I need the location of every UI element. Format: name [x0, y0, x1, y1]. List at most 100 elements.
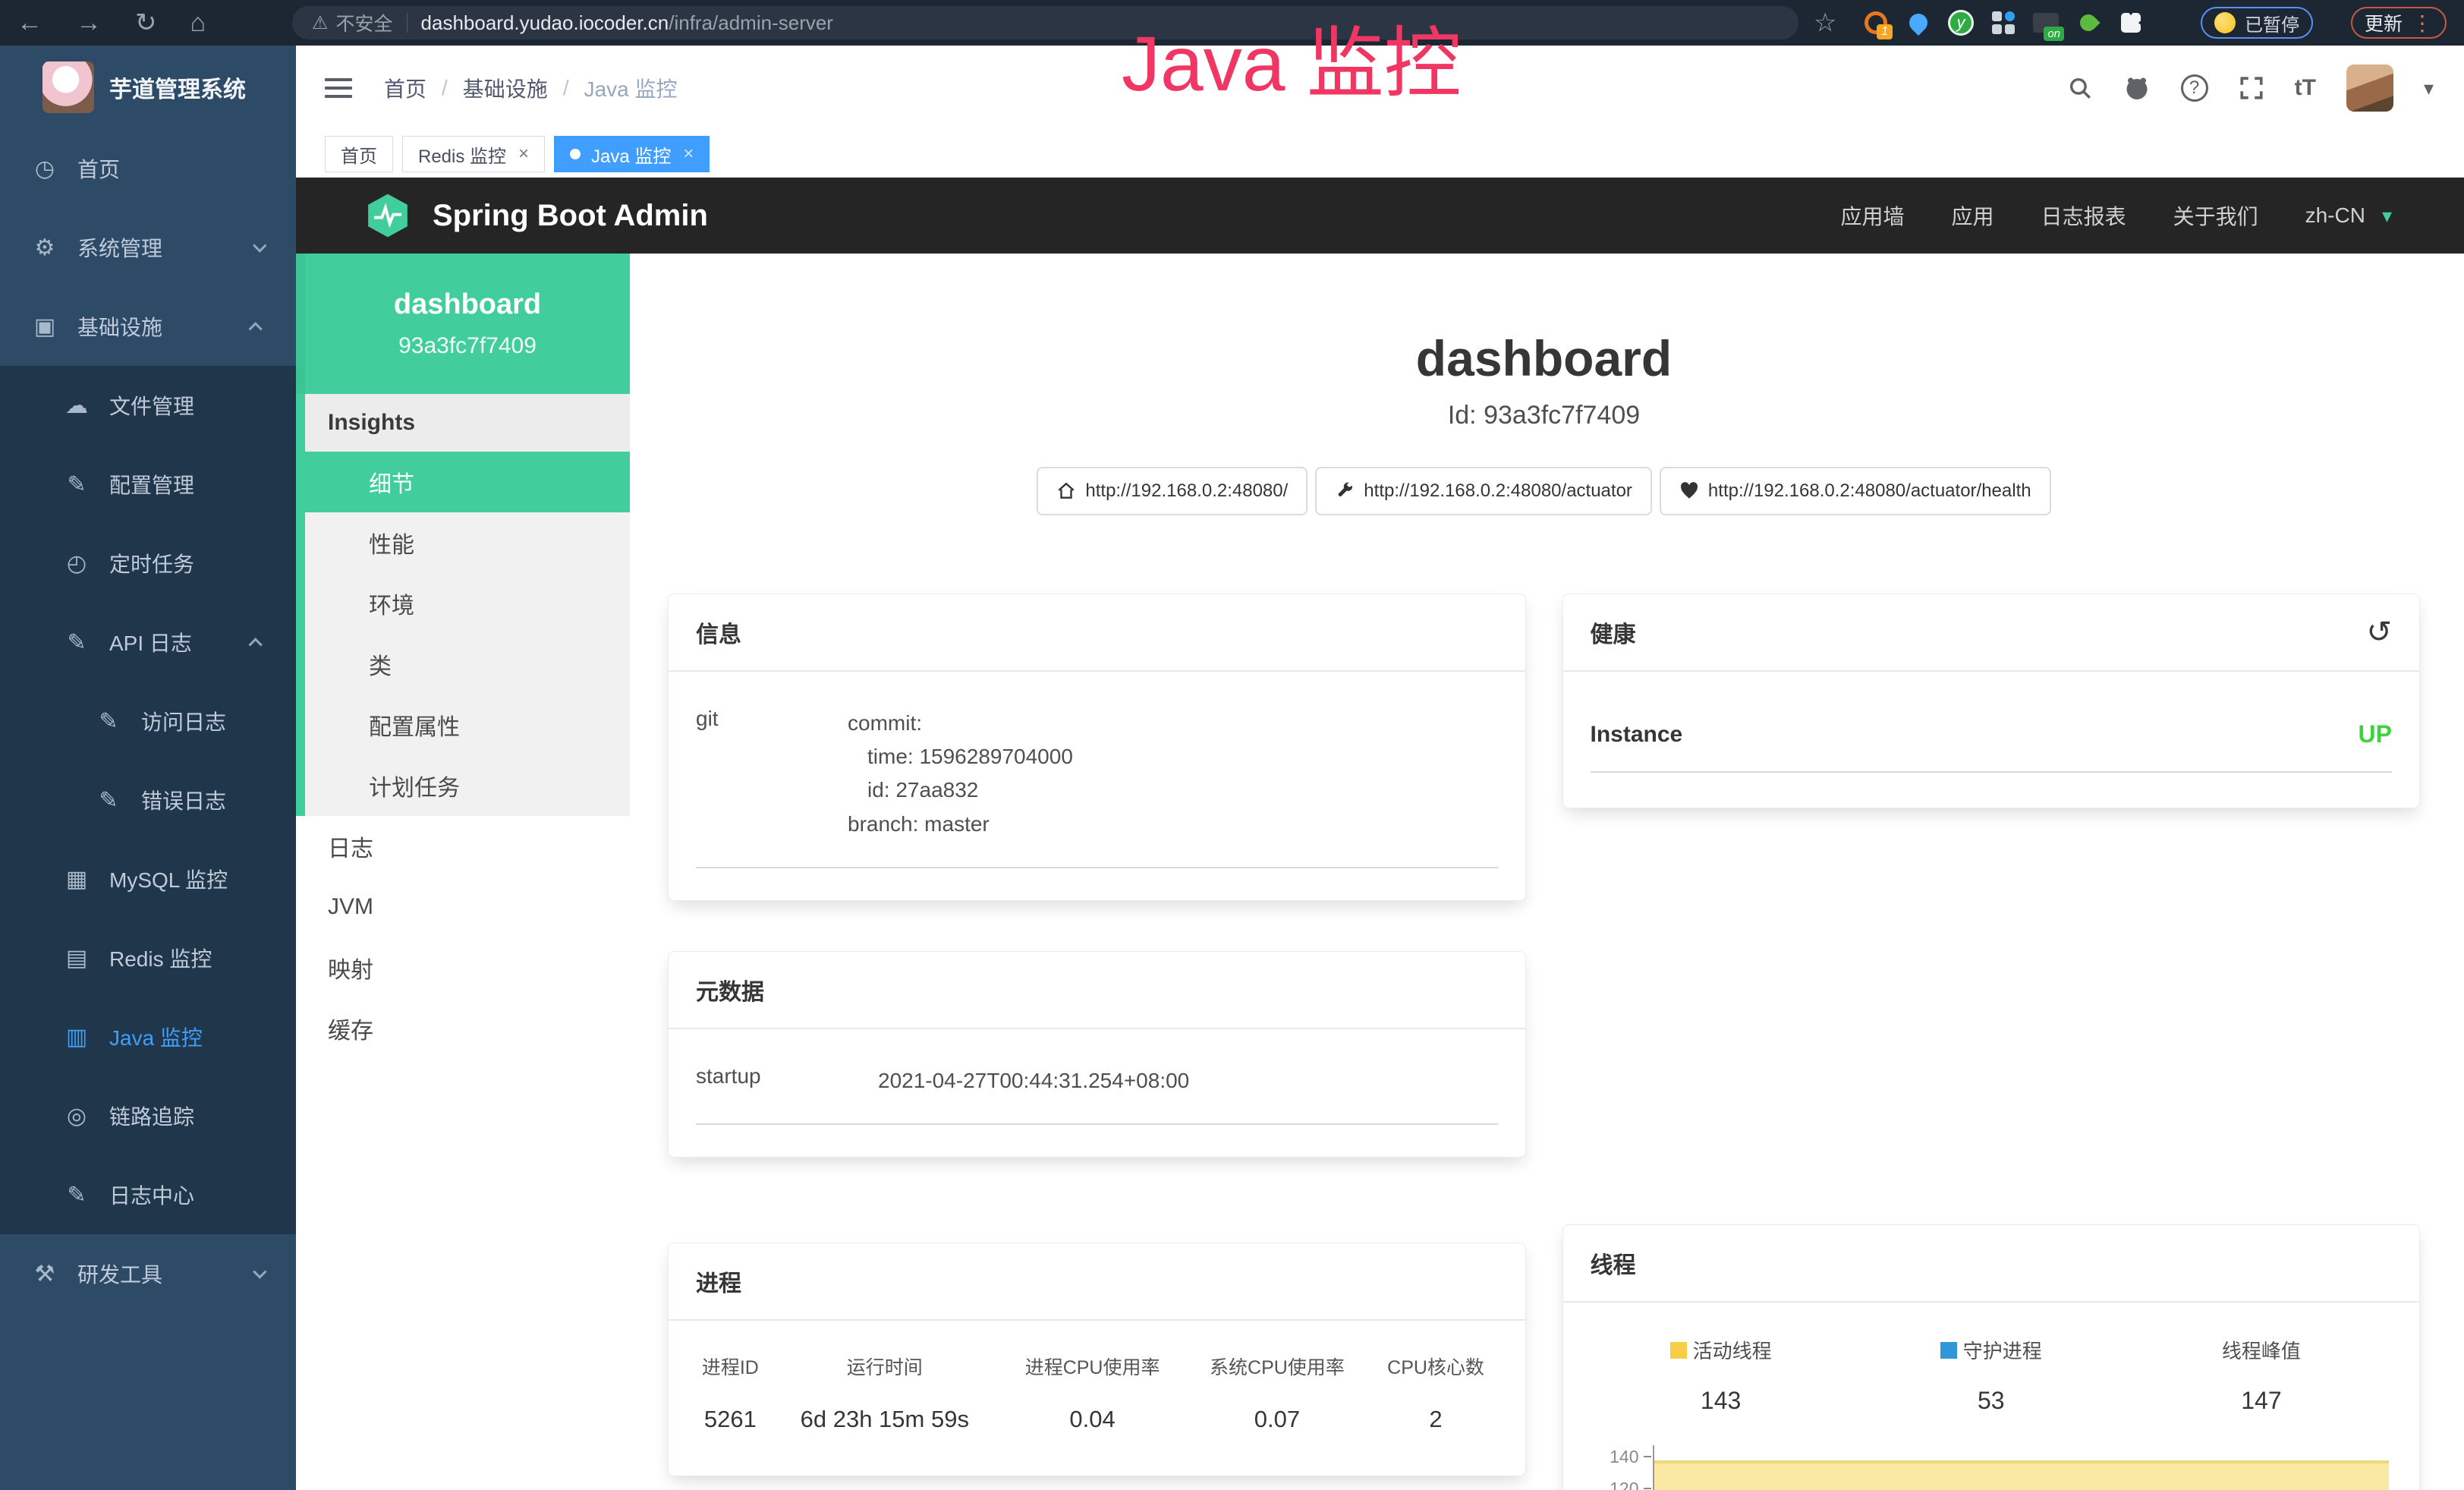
layers-icon: ▤ — [64, 945, 90, 972]
service-url-button[interactable]: http://192.168.0.2:48080/ — [1037, 467, 1308, 515]
y-tick-120: 120 — [1586, 1479, 1639, 1490]
sba-item-scheduled-tasks[interactable]: 计划任务 — [296, 755, 630, 816]
metadata-key: startup — [696, 1064, 878, 1098]
sba-nav-journal[interactable]: 日志报表 — [2041, 200, 2126, 231]
edit-square-icon: ✎ — [64, 629, 90, 656]
close-icon[interactable]: × — [518, 143, 529, 165]
sba-item-config-props[interactable]: 配置属性 — [296, 695, 630, 755]
sidebar-item-label: 错误日志 — [141, 785, 226, 815]
hamburger-icon[interactable] — [325, 78, 352, 98]
sidebar-item-java[interactable]: ▥ Java 监控 — [0, 997, 296, 1076]
warning-icon: ⚠ — [312, 12, 329, 34]
sidebar-item-dev-tools[interactable]: ⚒ 研发工具 — [0, 1234, 296, 1313]
security-label: 不安全 — [336, 9, 393, 36]
history-icon[interactable]: ↺ — [2366, 617, 2392, 647]
close-icon[interactable]: × — [683, 143, 694, 165]
history-icon: ◴ — [64, 550, 90, 577]
avatar-caret-icon[interactable]: ▾ — [2424, 77, 2434, 100]
extension-switch-icon[interactable]: on — [2031, 8, 2061, 38]
legend-live-threads: 活动线程 143 — [1586, 1336, 1856, 1415]
fullscreen-icon[interactable] — [2239, 75, 2264, 101]
sba-nav-wallboard[interactable]: 应用墙 — [1841, 200, 1905, 231]
sidebar-item-infra[interactable]: ▣ 基础设施 — [0, 287, 296, 366]
extension-grid-icon[interactable] — [1988, 8, 2019, 38]
sidebar-item-log-center[interactable]: ✎ 日志中心 — [0, 1155, 296, 1234]
github-icon[interactable] — [2123, 74, 2151, 102]
paused-profile-chip[interactable]: 已暂停 — [2201, 7, 2313, 39]
tab-java[interactable]: Java 监控 × — [554, 136, 710, 172]
sba-section-insights: Insights — [296, 394, 630, 452]
sidebar-logo[interactable]: 芋道管理系统 — [0, 46, 296, 129]
sba-nav-about[interactable]: 关于我们 — [2173, 200, 2258, 231]
process-col-header: 运行时间 — [769, 1353, 1000, 1406]
help-icon[interactable]: ? — [2181, 74, 2208, 102]
sba-item-classes[interactable]: 类 — [296, 634, 630, 695]
heartbeat-icon — [1679, 481, 1699, 501]
extension-orange-icon[interactable]: 1 — [1861, 8, 1891, 38]
sba-main: dashboard Id: 93a3fc7f7409 http://192.16… — [630, 254, 2464, 1490]
status-badge: UP — [2359, 720, 2392, 748]
home-icon[interactable]: ⌂ — [190, 8, 206, 38]
sba-item-caches[interactable]: 缓存 — [296, 998, 630, 1059]
service-url: http://192.168.0.2:48080/ — [1085, 480, 1288, 502]
bookmark-star-icon[interactable]: ☆ — [1814, 8, 1836, 38]
page-id: Id: 93a3fc7f7409 — [668, 401, 2420, 430]
actuator-url-button[interactable]: http://192.168.0.2:48080/actuator — [1315, 467, 1652, 515]
sidebar-item-api-log[interactable]: ✎ API 日志 — [0, 603, 296, 682]
breadcrumb-home[interactable]: 首页 — [384, 73, 426, 103]
breadcrumb-infra[interactable]: 基础设施 — [463, 73, 548, 103]
instance-id: 93a3fc7f7409 — [398, 333, 537, 359]
avatar[interactable] — [2346, 65, 2393, 112]
extensions-puzzle-icon[interactable] — [2116, 8, 2146, 38]
sidebar-item-files[interactable]: ☁ 文件管理 — [0, 366, 296, 445]
sidebar-submenu: ☁ 文件管理 ✎ 配置管理 ◴ 定时任务 ✎ API 日志 ✎ — [0, 366, 296, 1234]
health-card: 健康 ↺ Instance UP — [1562, 594, 2421, 808]
sba-instance-header[interactable]: dashboard 93a3fc7f7409 — [296, 254, 630, 394]
sba-item-mappings[interactable]: 映射 — [296, 937, 630, 998]
tab-home[interactable]: 首页 — [325, 136, 393, 172]
sba-item-jvm[interactable]: JVM — [296, 877, 630, 937]
tab-label: Redis 监控 — [418, 141, 506, 168]
sidebar-item-config[interactable]: ✎ 配置管理 — [0, 445, 296, 524]
sidebar-item-redis[interactable]: ▤ Redis 监控 — [0, 918, 296, 997]
sba-brand: Spring Boot Admin — [433, 199, 708, 233]
sba-nav-applications[interactable]: 应用 — [1952, 200, 1994, 231]
tab-label: 首页 — [341, 141, 377, 168]
sba-locale-select[interactable]: zh-CN — [2305, 203, 2365, 228]
sba-item-environment[interactable]: 环境 — [296, 573, 630, 634]
sidebar-item-jobs[interactable]: ◴ 定时任务 — [0, 524, 296, 603]
sidebar-item-mysql[interactable]: ▦ MySQL 监控 — [0, 840, 296, 918]
address-bar[interactable]: ⚠ 不安全 dashboard.yudao.iocoder.cn /infra/… — [292, 6, 1798, 39]
font-size-icon[interactable]: tT — [2295, 75, 2316, 101]
sba-item-details[interactable]: 细节 — [296, 452, 630, 512]
extension-sprout-icon[interactable] — [2073, 8, 2104, 38]
back-icon[interactable]: ← — [17, 8, 42, 38]
extension-pin-icon[interactable] — [1903, 8, 1934, 38]
process-col-header: 系统CPU使用率 — [1185, 1353, 1369, 1406]
legend-yellow-swatch — [1670, 1342, 1687, 1359]
sba-item-metrics[interactable]: 性能 — [296, 512, 630, 573]
reload-icon[interactable]: ↻ — [135, 8, 157, 38]
menu-dots-icon[interactable]: ⋮ — [2412, 11, 2433, 36]
daemon-threads-value: 53 — [1978, 1387, 2005, 1415]
metadata-card: 元数据 startup 2021-04-27T00:44:31.254+08:0… — [668, 951, 1526, 1158]
sidebar-item-home[interactable]: ◷ 首页 — [0, 129, 296, 208]
live-threads-area — [1654, 1460, 2390, 1490]
sidebar-item-system[interactable]: ⚙ 系统管理 — [0, 208, 296, 287]
tab-redis[interactable]: Redis 监控 × — [402, 136, 545, 172]
sidebar-item-label: 系统管理 — [77, 232, 162, 263]
system-cpu: 0.07 — [1185, 1406, 1369, 1433]
sba-item-logs[interactable]: 日志 — [296, 816, 630, 877]
update-button[interactable]: 更新 ⋮ — [2351, 7, 2447, 39]
sidebar-item-label: 基础设施 — [77, 311, 162, 342]
extension-y-icon[interactable]: y — [1946, 8, 1976, 38]
sidebar-item-error-log[interactable]: ✎ 错误日志 — [0, 761, 296, 840]
monitor-icon: ▣ — [32, 313, 58, 340]
sidebar-item-access-log[interactable]: ✎ 访问日志 — [0, 682, 296, 761]
forward-icon[interactable]: → — [76, 8, 102, 38]
sidebar-item-tracing[interactable]: ◎ 链路追踪 — [0, 1076, 296, 1155]
sidebar-item-label: Java 监控 — [109, 1022, 203, 1052]
search-icon[interactable] — [2067, 75, 2093, 101]
health-url-button[interactable]: http://192.168.0.2:48080/actuator/health — [1660, 467, 2051, 515]
eye-icon: ◎ — [64, 1103, 90, 1129]
